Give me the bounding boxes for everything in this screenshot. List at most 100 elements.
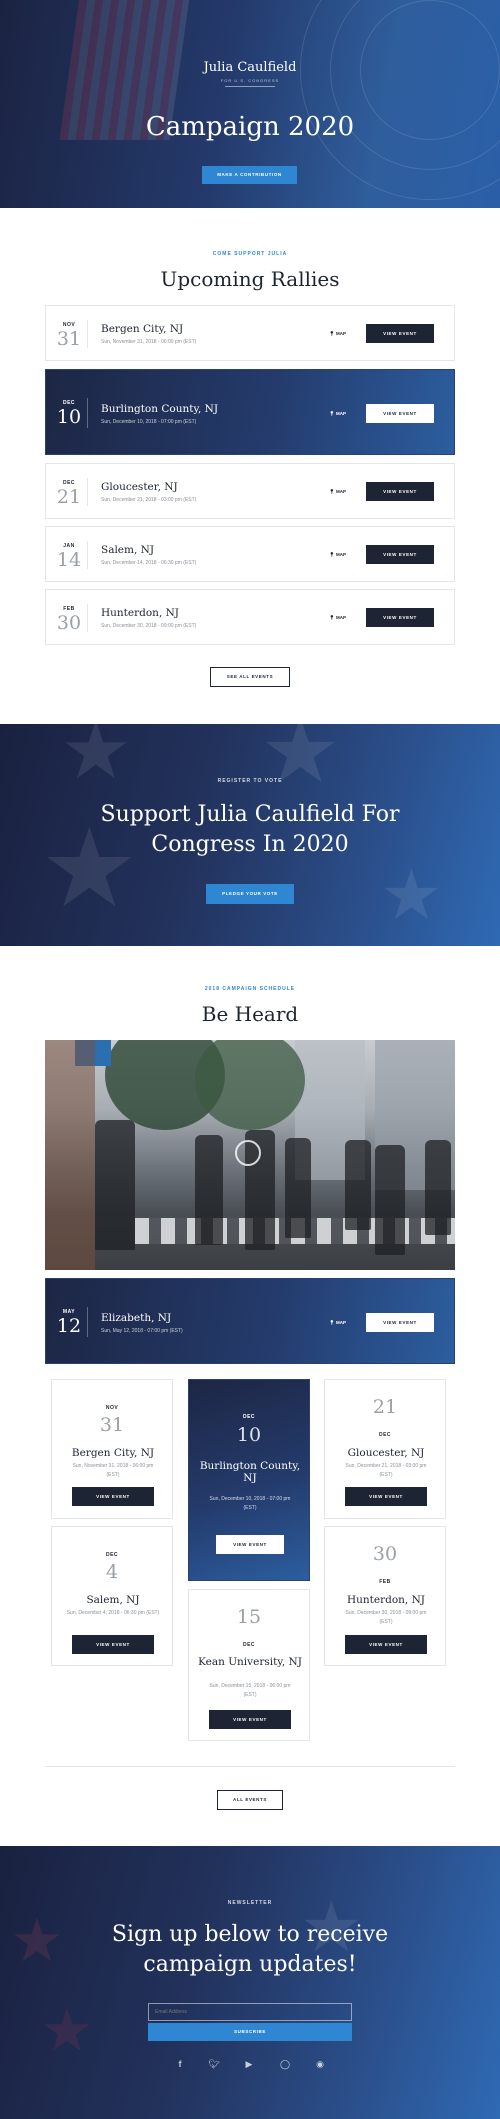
card-day: 30 <box>372 1543 398 1565</box>
play-icon[interactable] <box>235 1140 261 1166</box>
event-map-link[interactable]: 📍︎ MAP <box>329 552 346 558</box>
view-event-button[interactable]: VIEW EVENT <box>72 1487 154 1506</box>
subscribe-button[interactable]: SUBSCRIBE <box>148 2023 352 2041</box>
photo-person <box>345 1140 371 1230</box>
event-day: 31 <box>56 328 82 350</box>
schedule-eyebrow: 2018 CAMPAIGN SCHEDULE <box>204 986 296 992</box>
card-month: DEC <box>242 1642 256 1648</box>
card-title: Salem, NJ <box>86 1594 140 1606</box>
map-pin-icon: 📍︎ <box>329 615 335 620</box>
view-event-button[interactable]: VIEW EVENT <box>366 545 434 564</box>
event-meta: Sun, November 31, 2018 - 06:00 pm (EST) <box>101 339 197 345</box>
event-meta: Sun, December 14, 2018 - 06:30 pm (EST) <box>101 560 197 566</box>
photo-person <box>425 1140 451 1235</box>
map-pin-icon: 📍︎ <box>329 1320 335 1325</box>
star-icon: ★ <box>260 724 341 802</box>
card-meta: Sun, December 30, 2018 - 09:00 pm (EST) <box>345 1610 427 1625</box>
event-card: 15 DEC Kean University, NJ Sun, December… <box>188 1589 310 1741</box>
vote-title-line2: Congress In 2020 <box>151 832 349 857</box>
star-icon: ★ <box>60 724 132 795</box>
event-row: JAN 14 Salem, NJ Sun, December 14, 2018 … <box>45 526 455 582</box>
photo-person <box>375 1145 405 1255</box>
event-map-link[interactable]: 📍︎ MAP <box>329 489 346 495</box>
email-input[interactable] <box>148 2003 352 2021</box>
event-meta: Sun, May 12, 2018 - 07:00 pm (EST) <box>101 1328 183 1334</box>
contribute-button[interactable]: MAKE A CONTRIBUTION <box>202 166 297 184</box>
card-meta: Sun, November 31, 2018 - 06:00 pm (EST) <box>72 1463 154 1478</box>
map-label: MAP <box>336 1320 346 1325</box>
map-pin-icon: 📍︎ <box>329 331 335 336</box>
event-map-link[interactable]: 📍︎ MAP <box>329 615 346 621</box>
card-title: Burlington County, NJ <box>199 1460 301 1484</box>
view-event-button[interactable]: VIEW EVENT <box>366 324 434 343</box>
newsletter-title-line1: Sign up below to receive <box>111 1922 389 1947</box>
view-event-button[interactable]: VIEW EVENT <box>366 608 434 627</box>
card-month: DEC <box>378 1432 392 1438</box>
map-pin-icon: 📍︎ <box>329 489 335 494</box>
card-title: Bergen City, NJ <box>71 1447 155 1459</box>
event-divider <box>87 604 88 632</box>
view-event-button[interactable]: VIEW EVENT <box>209 1710 291 1729</box>
event-title: Salem, NJ <box>101 544 155 556</box>
event-map-link[interactable]: 📍︎ MAP <box>329 411 346 417</box>
schedule-title: Be Heard <box>201 1002 299 1026</box>
view-event-button[interactable]: VIEW EVENT <box>216 1535 284 1554</box>
photo-person <box>95 1120 135 1250</box>
photo-person <box>195 1135 223 1245</box>
crowd-photo <box>45 1040 455 1270</box>
event-title: Gloucester, NJ <box>101 481 178 493</box>
map-label: MAP <box>336 331 346 336</box>
rallies-eyebrow: COME SUPPORT JULIA <box>212 251 288 257</box>
event-title: Elizabeth, NJ <box>101 1312 172 1324</box>
card-day: 15 <box>236 1606 262 1628</box>
youtube-icon[interactable]: ▶ <box>243 2058 255 2070</box>
map-label: MAP <box>336 552 346 557</box>
event-card: 30 FEB Hunterdon, NJ Sun, December 30, 2… <box>324 1526 446 1666</box>
card-day: 31 <box>99 1414 125 1436</box>
view-event-button[interactable]: VIEW EVENT <box>72 1635 154 1654</box>
card-title: Hunterdon, NJ <box>346 1594 425 1606</box>
site-logo-name[interactable]: Julia Caulfield <box>0 60 500 75</box>
card-meta: Sun, December 21, 2018 - 03:00 pm (EST) <box>345 1463 427 1478</box>
all-events-button[interactable]: ALL EVENTS <box>217 1790 283 1810</box>
event-divider <box>87 398 88 428</box>
reddit-icon[interactable]: ◉ <box>314 2058 326 2070</box>
section-divider <box>45 1766 455 1767</box>
vote-title-line1: Support Julia Caulfield For <box>100 802 400 827</box>
card-title: Kean University, NJ <box>198 1656 302 1668</box>
map-label: MAP <box>336 411 346 416</box>
card-month: DEC <box>105 1552 119 1558</box>
photo-tree <box>195 1040 305 1130</box>
star-icon: ★ <box>40 1997 94 2064</box>
event-day: 21 <box>56 486 82 508</box>
view-event-button[interactable]: VIEW EVENT <box>345 1487 427 1506</box>
instagram-icon[interactable]: ◯ <box>279 2058 291 2070</box>
twitter-icon[interactable]: 🐦︎ <box>208 2058 220 2070</box>
event-row: DEC 21 Gloucester, NJ Sun, December 21, … <box>45 463 455 519</box>
vote-eyebrow: REGISTER TO VOTE <box>217 778 283 784</box>
map-label: MAP <box>336 489 346 494</box>
event-divider <box>87 541 88 569</box>
newsletter-title-line2: campaign updates! <box>143 1952 357 1977</box>
event-day: 14 <box>56 549 82 571</box>
site-logo-tagline: FOR U.S. CONGRESS <box>220 78 280 83</box>
event-title: Burlington County, NJ <box>101 403 219 415</box>
see-all-events-button[interactable]: SEE ALL EVENTS <box>210 667 290 687</box>
event-row-featured: DEC 10 Burlington County, NJ Sun, Decemb… <box>45 369 455 455</box>
card-meta: Sun, December 15, 2018 - 06:00 pm (EST) <box>209 1683 291 1698</box>
event-divider <box>87 320 88 348</box>
event-meta: Sun, December 30, 2018 - 09:00 pm (EST) <box>101 623 197 629</box>
event-divider <box>87 1307 88 1337</box>
event-map-link[interactable]: 📍︎ MAP <box>329 1320 346 1326</box>
view-event-button[interactable]: VIEW EVENT <box>345 1635 427 1654</box>
event-map-link[interactable]: 📍︎ MAP <box>329 331 346 337</box>
event-day: 30 <box>56 612 82 634</box>
view-event-button[interactable]: VIEW EVENT <box>366 1313 434 1332</box>
event-row: NOV 31 Bergen City, NJ Sun, November 31,… <box>45 305 455 361</box>
pledge-vote-button[interactable]: PLEDGE YOUR VOTE <box>206 884 294 904</box>
facebook-icon[interactable]: f <box>174 2058 186 2070</box>
map-label: MAP <box>336 615 346 620</box>
view-event-button[interactable]: VIEW EVENT <box>366 482 434 501</box>
event-day: 12 <box>56 1315 82 1337</box>
view-event-button[interactable]: VIEW EVENT <box>366 404 434 423</box>
